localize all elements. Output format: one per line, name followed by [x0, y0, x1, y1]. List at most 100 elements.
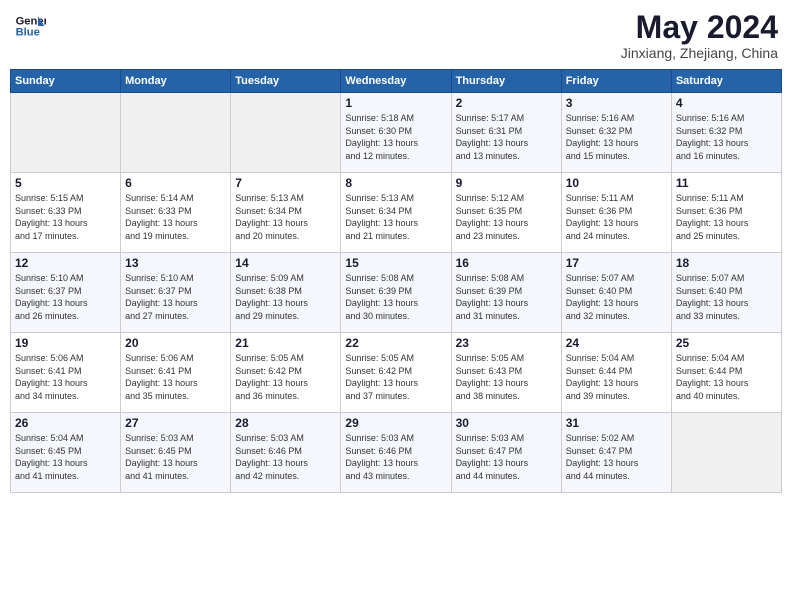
- calendar-cell: 4 Sunrise: 5:16 AM Sunset: 6:32 PM Daylig…: [671, 93, 781, 173]
- day-detail: Sunrise: 5:08 AM Sunset: 6:39 PM Dayligh…: [345, 272, 446, 322]
- day-detail: Sunrise: 5:05 AM Sunset: 6:43 PM Dayligh…: [456, 352, 557, 402]
- day-number: 4: [676, 96, 777, 110]
- day-number: 28: [235, 416, 336, 430]
- weekday-header-sunday: Sunday: [11, 70, 121, 93]
- day-number: 11: [676, 176, 777, 190]
- svg-text:Blue: Blue: [16, 27, 40, 39]
- day-number: 20: [125, 336, 226, 350]
- calendar-cell: 2Sunrise: 5:17 AM Sunset: 6:31 PM Daylig…: [451, 93, 561, 173]
- calendar-cell: 30 Sunrise: 5:03 AM Sunset: 6:47 PM Dayli…: [451, 413, 561, 493]
- calendar-cell: [231, 93, 341, 173]
- calendar-body: 1 Sunrise: 5:18 AM Sunset: 6:30 PM Daylig…: [11, 93, 782, 493]
- day-detail: Sunrise: 5:02 AM Sunset: 6:47 PM Dayligh…: [566, 432, 667, 482]
- weekday-header-friday: Friday: [561, 70, 671, 93]
- day-number: 2: [456, 96, 557, 110]
- calendar-cell: [121, 93, 231, 173]
- day-number: 30: [456, 416, 557, 430]
- day-number: 5: [15, 176, 116, 190]
- day-detail: Sunrise: 5:04 AM Sunset: 6:44 PM Dayligh…: [676, 352, 777, 402]
- calendar-cell: 13 Sunrise: 5:10 AM Sunset: 6:37 PM Dayli…: [121, 253, 231, 333]
- day-number: 6: [125, 176, 226, 190]
- month-year-title: May 2024: [621, 10, 778, 45]
- day-detail: Sunrise: 5:07 AM Sunset: 6:40 PM Dayligh…: [566, 272, 667, 322]
- day-number: 29: [345, 416, 446, 430]
- day-number: 16: [456, 256, 557, 270]
- day-detail: Sunrise: 5:11 AM Sunset: 6:36 PM Dayligh…: [566, 192, 667, 242]
- day-number: 13: [125, 256, 226, 270]
- calendar-cell: 17 Sunrise: 5:07 AM Sunset: 6:40 PM Dayli…: [561, 253, 671, 333]
- day-detail: Sunrise: 5:12 AM Sunset: 6:35 PM Dayligh…: [456, 192, 557, 242]
- day-detail: Sunrise: 5:11 AM Sunset: 6:36 PM Dayligh…: [676, 192, 777, 242]
- day-detail: Sunrise: 5:06 AM Sunset: 6:41 PM Dayligh…: [125, 352, 226, 402]
- day-detail: Sunrise: 5:03 AM Sunset: 6:45 PM Dayligh…: [125, 432, 226, 482]
- day-number: 23: [456, 336, 557, 350]
- calendar-cell: 11 Sunrise: 5:11 AM Sunset: 6:36 PM Dayli…: [671, 173, 781, 253]
- day-detail: Sunrise: 5:09 AM Sunset: 6:38 PM Dayligh…: [235, 272, 336, 322]
- day-number: 31: [566, 416, 667, 430]
- calendar-cell: [671, 413, 781, 493]
- day-number: 10: [566, 176, 667, 190]
- calendar-cell: 24 Sunrise: 5:04 AM Sunset: 6:44 PM Dayli…: [561, 333, 671, 413]
- calendar-cell: 1 Sunrise: 5:18 AM Sunset: 6:30 PM Daylig…: [341, 93, 451, 173]
- location-subtitle: Jinxiang, Zhejiang, China: [621, 45, 778, 61]
- day-number: 21: [235, 336, 336, 350]
- logo: General Blue: [14, 10, 46, 42]
- weekday-header-saturday: Saturday: [671, 70, 781, 93]
- calendar-cell: 26 Sunrise: 5:04 AM Sunset: 6:45 PM Dayli…: [11, 413, 121, 493]
- day-number: 1: [345, 96, 446, 110]
- calendar-cell: 18Sunrise: 5:07 AM Sunset: 6:40 PM Dayli…: [671, 253, 781, 333]
- calendar-cell: 12 Sunrise: 5:10 AM Sunset: 6:37 PM Dayli…: [11, 253, 121, 333]
- day-detail: Sunrise: 5:16 AM Sunset: 6:32 PM Dayligh…: [676, 112, 777, 162]
- day-number: 3: [566, 96, 667, 110]
- day-number: 7: [235, 176, 336, 190]
- calendar-cell: 7Sunrise: 5:13 AM Sunset: 6:34 PM Daylig…: [231, 173, 341, 253]
- calendar-table: SundayMondayTuesdayWednesdayThursdayFrid…: [10, 69, 782, 493]
- day-detail: Sunrise: 5:15 AM Sunset: 6:33 PM Dayligh…: [15, 192, 116, 242]
- day-detail: Sunrise: 5:16 AM Sunset: 6:32 PM Dayligh…: [566, 112, 667, 162]
- day-number: 26: [15, 416, 116, 430]
- day-detail: Sunrise: 5:04 AM Sunset: 6:44 PM Dayligh…: [566, 352, 667, 402]
- calendar-cell: 27 Sunrise: 5:03 AM Sunset: 6:45 PM Dayli…: [121, 413, 231, 493]
- calendar-cell: 21Sunrise: 5:05 AM Sunset: 6:42 PM Dayli…: [231, 333, 341, 413]
- calendar-cell: 8Sunrise: 5:13 AM Sunset: 6:34 PM Daylig…: [341, 173, 451, 253]
- day-number: 24: [566, 336, 667, 350]
- week-row-2: 5 Sunrise: 5:15 AM Sunset: 6:33 PM Daylig…: [11, 173, 782, 253]
- day-detail: Sunrise: 5:18 AM Sunset: 6:30 PM Dayligh…: [345, 112, 446, 162]
- page-header: General Blue May 2024 Jinxiang, Zhejiang…: [10, 10, 782, 61]
- day-number: 17: [566, 256, 667, 270]
- week-row-1: 1 Sunrise: 5:18 AM Sunset: 6:30 PM Daylig…: [11, 93, 782, 173]
- day-number: 19: [15, 336, 116, 350]
- week-row-3: 12 Sunrise: 5:10 AM Sunset: 6:37 PM Dayli…: [11, 253, 782, 333]
- calendar-cell: 10 Sunrise: 5:11 AM Sunset: 6:36 PM Dayli…: [561, 173, 671, 253]
- day-detail: Sunrise: 5:06 AM Sunset: 6:41 PM Dayligh…: [15, 352, 116, 402]
- day-detail: Sunrise: 5:10 AM Sunset: 6:37 PM Dayligh…: [125, 272, 226, 322]
- day-detail: Sunrise: 5:03 AM Sunset: 6:46 PM Dayligh…: [235, 432, 336, 482]
- calendar-cell: 5 Sunrise: 5:15 AM Sunset: 6:33 PM Daylig…: [11, 173, 121, 253]
- calendar-cell: 16Sunrise: 5:08 AM Sunset: 6:39 PM Dayli…: [451, 253, 561, 333]
- day-detail: Sunrise: 5:04 AM Sunset: 6:45 PM Dayligh…: [15, 432, 116, 482]
- calendar-cell: 19 Sunrise: 5:06 AM Sunset: 6:41 PM Dayli…: [11, 333, 121, 413]
- calendar-cell: [11, 93, 121, 173]
- calendar-cell: 25Sunrise: 5:04 AM Sunset: 6:44 PM Dayli…: [671, 333, 781, 413]
- day-number: 12: [15, 256, 116, 270]
- day-detail: Sunrise: 5:07 AM Sunset: 6:40 PM Dayligh…: [676, 272, 777, 322]
- day-number: 22: [345, 336, 446, 350]
- calendar-cell: 28 Sunrise: 5:03 AM Sunset: 6:46 PM Dayli…: [231, 413, 341, 493]
- weekday-header-row: SundayMondayTuesdayWednesdayThursdayFrid…: [11, 70, 782, 93]
- day-number: 8: [345, 176, 446, 190]
- weekday-header-monday: Monday: [121, 70, 231, 93]
- calendar-cell: 20 Sunrise: 5:06 AM Sunset: 6:41 PM Dayli…: [121, 333, 231, 413]
- logo-icon: General Blue: [14, 10, 46, 42]
- day-detail: Sunrise: 5:03 AM Sunset: 6:47 PM Dayligh…: [456, 432, 557, 482]
- weekday-header-tuesday: Tuesday: [231, 70, 341, 93]
- day-detail: Sunrise: 5:05 AM Sunset: 6:42 PM Dayligh…: [345, 352, 446, 402]
- calendar-cell: 9 Sunrise: 5:12 AM Sunset: 6:35 PM Daylig…: [451, 173, 561, 253]
- calendar-cell: 31 Sunrise: 5:02 AM Sunset: 6:47 PM Dayli…: [561, 413, 671, 493]
- day-number: 9: [456, 176, 557, 190]
- day-number: 27: [125, 416, 226, 430]
- day-detail: Sunrise: 5:10 AM Sunset: 6:37 PM Dayligh…: [15, 272, 116, 322]
- day-number: 15: [345, 256, 446, 270]
- day-number: 14: [235, 256, 336, 270]
- calendar-cell: 23 Sunrise: 5:05 AM Sunset: 6:43 PM Dayli…: [451, 333, 561, 413]
- week-row-4: 19 Sunrise: 5:06 AM Sunset: 6:41 PM Dayli…: [11, 333, 782, 413]
